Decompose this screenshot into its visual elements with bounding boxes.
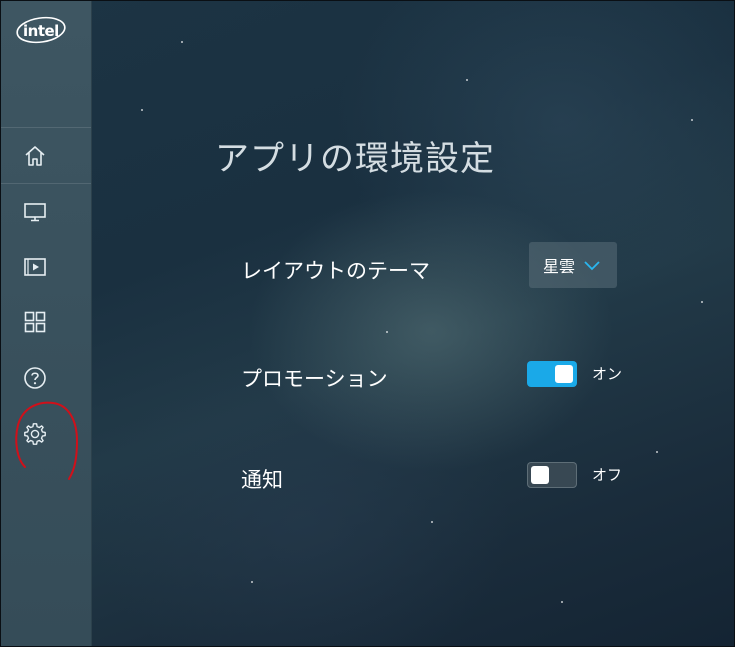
sidebar-item-apps[interactable]	[1, 294, 91, 350]
theme-label: レイアウトのテーマ	[241, 259, 430, 283]
apps-grid-icon	[24, 311, 46, 333]
logo-text: intel	[23, 22, 59, 40]
background-star	[701, 301, 703, 303]
background-star	[656, 451, 658, 453]
background-star	[561, 601, 563, 603]
notification-toggle[interactable]	[527, 462, 577, 488]
sidebar-item-display[interactable]	[1, 184, 91, 240]
promotion-toggle[interactable]	[527, 361, 577, 387]
toggle-knob	[555, 365, 573, 383]
monitor-icon	[24, 203, 46, 222]
chevron-down-icon	[584, 261, 600, 271]
promotion-state-text: オン	[592, 365, 623, 383]
intel-logo: intel	[15, 15, 67, 45]
background-star	[691, 119, 693, 121]
media-icon	[24, 258, 46, 276]
background-star	[181, 41, 183, 43]
notification-state-text: オフ	[592, 466, 623, 484]
app-window: intel アプリの環境設定 レイアウトのテーマ 星雲 プロモーション オン 通…	[0, 0, 735, 647]
help-icon	[24, 367, 46, 389]
sidebar: intel	[1, 1, 92, 646]
theme-dropdown[interactable]: 星雲	[529, 242, 617, 288]
sidebar-item-home[interactable]	[1, 128, 91, 184]
background-star	[386, 331, 388, 333]
promotion-label: プロモーション	[241, 367, 388, 391]
background-star	[141, 109, 143, 111]
background-star	[466, 79, 468, 81]
background-star	[431, 521, 433, 523]
page-title: アプリの環境設定	[215, 139, 495, 179]
sidebar-item-video[interactable]	[1, 239, 91, 295]
annotation-circle-mark	[15, 401, 79, 480]
home-icon	[25, 146, 45, 166]
notification-label: 通知	[241, 468, 283, 492]
background-star	[251, 581, 253, 583]
theme-dropdown-value: 星雲	[543, 257, 576, 276]
toggle-knob	[531, 466, 549, 484]
